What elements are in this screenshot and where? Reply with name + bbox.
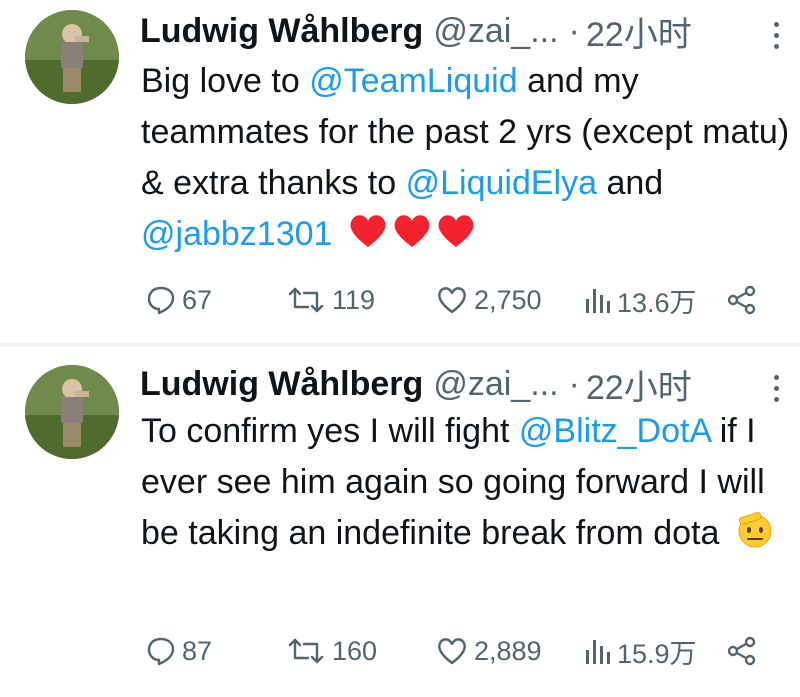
like-icon	[438, 638, 466, 665]
retweet-count: 160	[332, 635, 378, 666]
author-name[interactable]: Ludwig Wåhlberg	[140, 12, 423, 51]
reply-button[interactable]: 87	[146, 631, 212, 671]
reply-icon	[147, 286, 175, 315]
tweet-text: Big love to @TeamLiquid and my teammates…	[141, 56, 791, 266]
text-segment: and	[597, 164, 664, 202]
reply-icon	[147, 637, 175, 666]
views-count: 13.6万	[617, 287, 697, 318]
views-icon	[586, 640, 610, 664]
retweet-button[interactable]: 160	[286, 631, 377, 671]
retweet-button[interactable]: 119	[286, 280, 375, 320]
saluting-face-icon	[738, 512, 772, 548]
like-count: 2,889	[474, 635, 542, 666]
share-icon	[727, 636, 756, 666]
avatar[interactable]	[25, 365, 119, 459]
author-handle[interactable]: @zai_...	[433, 12, 558, 51]
more-icon[interactable]	[772, 375, 780, 402]
avatar[interactable]	[25, 10, 119, 104]
text-segment: Big love to	[141, 62, 310, 100]
tweet-header: Ludwig Wåhlberg @zai_... · 22小时	[140, 8, 692, 54]
views-button[interactable]: 13.6万	[583, 280, 697, 320]
text-segment: To confirm yes I will fight	[141, 412, 519, 450]
like-button[interactable]: 2,750	[436, 280, 542, 320]
hearts-emoji	[348, 211, 478, 266]
tweet[interactable]: Ludwig Wåhlberg @zai_... · 22小时 To confi…	[0, 347, 800, 697]
like-button[interactable]: 2,889	[436, 631, 542, 671]
action-bar: 67 119 2,750 13.6万	[146, 280, 786, 320]
views-icon	[586, 289, 610, 313]
mention-link[interactable]: @TeamLiquid	[309, 62, 517, 100]
separator-dot: ·	[568, 364, 580, 403]
views-count: 15.9万	[617, 638, 697, 669]
reply-count: 87	[182, 635, 213, 666]
more-icon[interactable]	[772, 22, 780, 49]
tweet-text: To confirm yes I will fight @Blitz_DotA …	[141, 406, 791, 565]
share-button[interactable]	[726, 631, 758, 671]
avatar-photo	[25, 365, 119, 459]
mention-link[interactable]: @jabbz1301	[141, 215, 332, 253]
retweet-icon	[288, 287, 324, 313]
share-button[interactable]	[726, 280, 758, 320]
tweet[interactable]: Ludwig Wåhlberg @zai_... · 22小时 Big love…	[0, 0, 800, 345]
author-handle[interactable]: @zai_...	[433, 365, 558, 404]
mention-link[interactable]: @Blitz_DotA	[519, 412, 710, 450]
reply-count: 67	[182, 284, 213, 315]
saluting-face-emoji	[735, 510, 775, 565]
author-name[interactable]: Ludwig Wåhlberg	[140, 365, 423, 404]
retweet-icon	[288, 638, 324, 664]
avatar-photo	[25, 10, 119, 104]
views-button[interactable]: 15.9万	[583, 631, 697, 671]
like-count: 2,750	[474, 284, 542, 315]
reply-button[interactable]: 67	[146, 280, 212, 320]
action-bar: 87 160 2,889 15.9万	[146, 631, 786, 671]
separator-dot: ·	[568, 11, 580, 50]
timestamp[interactable]: 22小时	[586, 360, 692, 409]
share-icon	[727, 285, 756, 315]
mention-link[interactable]: @LiquidElya	[406, 164, 597, 202]
like-icon	[438, 287, 466, 314]
tweet-header: Ludwig Wåhlberg @zai_... · 22小时	[140, 361, 692, 407]
timestamp[interactable]: 22小时	[586, 7, 692, 56]
heart-icon	[350, 215, 474, 247]
retweet-count: 119	[332, 284, 376, 315]
